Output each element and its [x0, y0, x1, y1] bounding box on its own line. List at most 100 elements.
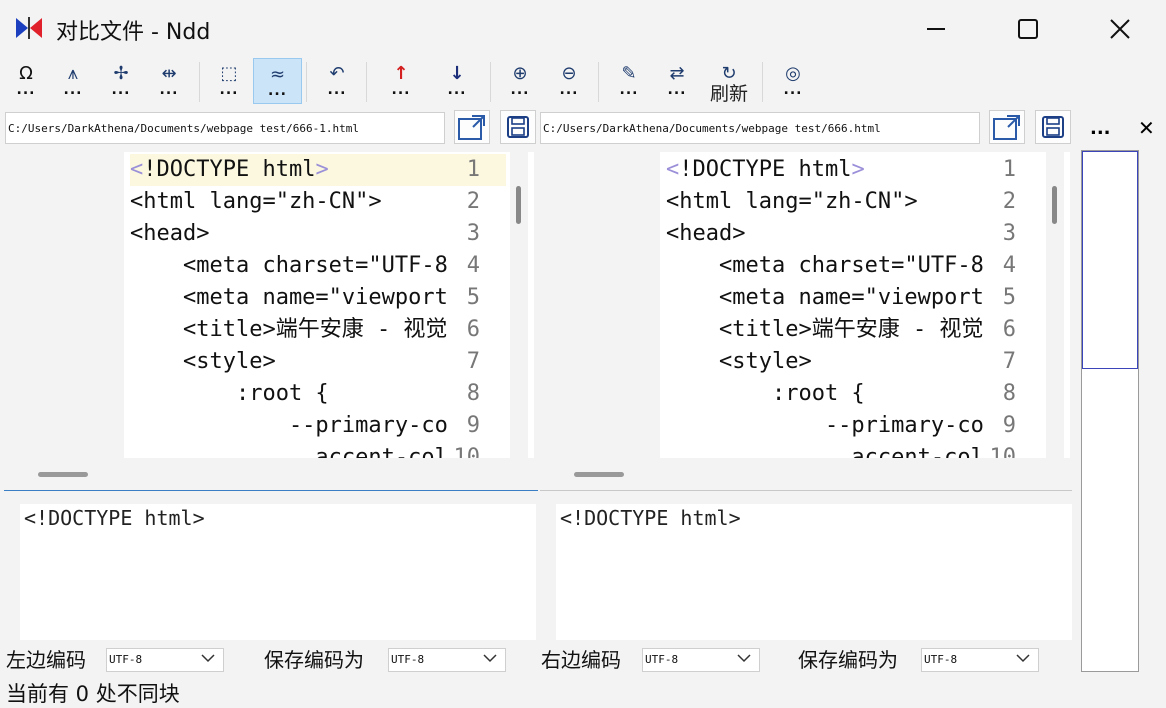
right-save-button[interactable] [1035, 110, 1071, 144]
arrow-down-icon: ↓ [449, 63, 465, 84]
ignore-button[interactable]: ✢ ... [97, 58, 145, 104]
undo-icon: ↶ [329, 63, 345, 84]
overview-viewport[interactable] [1082, 151, 1138, 369]
toolbar-separator [199, 62, 200, 102]
pick-button[interactable]: ⬚ ... [205, 58, 253, 104]
code-line: <html lang="zh-CN"> [130, 189, 382, 214]
left-encoding-row: 左边编码 UTF-8 保存编码为 UTF-8 [6, 646, 536, 674]
toolbar-separator [762, 62, 763, 102]
right-pane-divider [540, 490, 1072, 491]
prev-diff-button[interactable]: ↑ ... [377, 58, 425, 104]
right-encoding-select[interactable]: UTF-8 [642, 648, 760, 672]
special-chars-button[interactable]: Ω ... [2, 58, 50, 104]
left-path-input[interactable]: C:/Users/DarkAthena/Documents/webpage te… [5, 112, 445, 144]
left-open-button[interactable] [454, 110, 490, 144]
code-line: <style> [666, 349, 812, 374]
scroll-thumb[interactable] [1052, 186, 1057, 224]
save-icon [507, 116, 529, 138]
left-horizontal-scrollbar[interactable] [4, 458, 534, 490]
left-save-encoding-select[interactable]: UTF-8 [388, 648, 506, 672]
left-pane-divider [4, 490, 538, 491]
watch-button[interactable]: ◎ ... [769, 58, 817, 104]
code-line: <meta charset="UTF-8 [130, 253, 448, 278]
undo-button[interactable]: ↶ ... [313, 58, 361, 104]
code-line: <html lang="zh-CN"> [666, 189, 918, 214]
code-line: <style> [130, 349, 276, 374]
refresh-icon: ↻ [721, 63, 737, 84]
close-icon [1110, 19, 1130, 39]
close-panel-button[interactable]: ✕ [1138, 116, 1155, 140]
left-save-button[interactable] [500, 110, 536, 144]
side-panel-header: ... ✕ [1082, 112, 1166, 146]
arrow-up-icon: ↑ [393, 63, 409, 84]
code-line: <head> [666, 221, 746, 246]
diff-overview-map[interactable] [1081, 150, 1139, 672]
right-save-encoding-select[interactable]: UTF-8 [921, 648, 1039, 672]
chevron-down-icon [1016, 654, 1030, 663]
left-vertical-scrollbar[interactable] [510, 152, 528, 458]
maximize-icon [1018, 19, 1038, 39]
left-encoding-label: 左边编码 [6, 648, 86, 672]
left-encoding-select[interactable]: UTF-8 [106, 648, 224, 672]
left-line-preview: <!DOCTYPE html> [20, 504, 536, 640]
more-button[interactable]: ... [1090, 118, 1111, 139]
toolbar-separator [598, 62, 599, 102]
right-encoding-row: 右边编码 UTF-8 保存编码为 UTF-8 [541, 646, 1071, 674]
chevron-down-icon [483, 654, 497, 663]
horizontal-arrows-icon: ⇹ [161, 63, 177, 84]
left-line-gutter [4, 152, 124, 458]
code-line: <meta name="viewport [666, 285, 984, 310]
save-icon [1042, 116, 1064, 138]
code-line: --primary-co [666, 413, 984, 438]
zoom-in-icon: ⊕ [512, 63, 528, 84]
code-line: accent-col [130, 445, 448, 458]
maximize-button[interactable] [982, 0, 1074, 58]
code-line: <!DOCTYPE html> [666, 157, 865, 182]
next-diff-button[interactable]: ↓ ... [433, 58, 481, 104]
approx-compare-button[interactable]: ≈ ... [253, 58, 302, 104]
right-horizontal-scrollbar[interactable] [540, 458, 1070, 490]
right-vertical-scrollbar[interactable] [1046, 152, 1064, 458]
code-line: <head> [130, 221, 210, 246]
webcam-icon: ◎ [785, 63, 801, 84]
zoom-out-icon: ⊖ [561, 63, 577, 84]
right-encoding-label: 右边编码 [541, 648, 621, 672]
zoom-out-button[interactable]: ⊖ ... [545, 58, 593, 104]
code-line: <!DOCTYPE html> [130, 157, 329, 182]
sync-scroll-button[interactable]: ⇹ ... [145, 58, 193, 104]
title-bar: 对比文件 - Ndd [0, 0, 1166, 58]
scroll-thumb[interactable] [574, 472, 624, 477]
clear-button[interactable]: ✎ ... [605, 58, 653, 104]
pointer-icon: ⬚ [220, 63, 238, 84]
status-text: 当前有 0 处不同块 [6, 682, 180, 706]
right-save-encoding-label: 保存编码为 [798, 648, 898, 672]
right-path-input[interactable]: C:/Users/DarkAthena/Documents/webpage te… [540, 112, 980, 144]
toolbar-separator [306, 62, 307, 102]
toolbar: Ω ... ⩚ ... ✢ ... ⇹ ... ⬚ ... ≈ ... ↶ ..… [0, 58, 1166, 108]
minimize-button[interactable] [890, 0, 982, 58]
eraser-icon: ✎ [621, 63, 637, 84]
close-window-button[interactable] [1074, 0, 1166, 58]
swap-button[interactable]: ⇄ ... [653, 58, 701, 104]
scatter-icon: ✢ [113, 63, 129, 84]
chevron-down-icon [201, 654, 215, 663]
open-file-icon [993, 115, 1020, 140]
chevron-down-icon [737, 654, 751, 663]
refresh-button[interactable]: ↻ 刷新 [705, 58, 753, 104]
window-title: 对比文件 - Ndd [56, 20, 211, 45]
code-line: accent-col [666, 445, 984, 458]
scroll-thumb[interactable] [516, 186, 521, 224]
left-save-encoding-label: 保存编码为 [264, 648, 364, 672]
right-open-button[interactable] [989, 110, 1025, 144]
code-line: --primary-co [130, 413, 448, 438]
compare-mode-button[interactable]: ⩚ ... [49, 58, 97, 104]
code-line: :root { [130, 381, 329, 406]
left-editor[interactable]: 1 <!DOCTYPE html> 2 <html lang="zh-CN"> 3 <he… [4, 152, 534, 458]
toolbar-separator [366, 62, 367, 102]
code-line: <title>端午安康 - 视觉 [130, 317, 448, 342]
omega-icon: Ω [19, 63, 33, 84]
scroll-thumb[interactable] [38, 472, 88, 477]
right-editor[interactable]: 1 <!DOCTYPE html> 2 <html lang="zh-CN"> 3 <he… [540, 152, 1070, 458]
zoom-in-button[interactable]: ⊕ ... [496, 58, 544, 104]
code-line: :root { [666, 381, 865, 406]
